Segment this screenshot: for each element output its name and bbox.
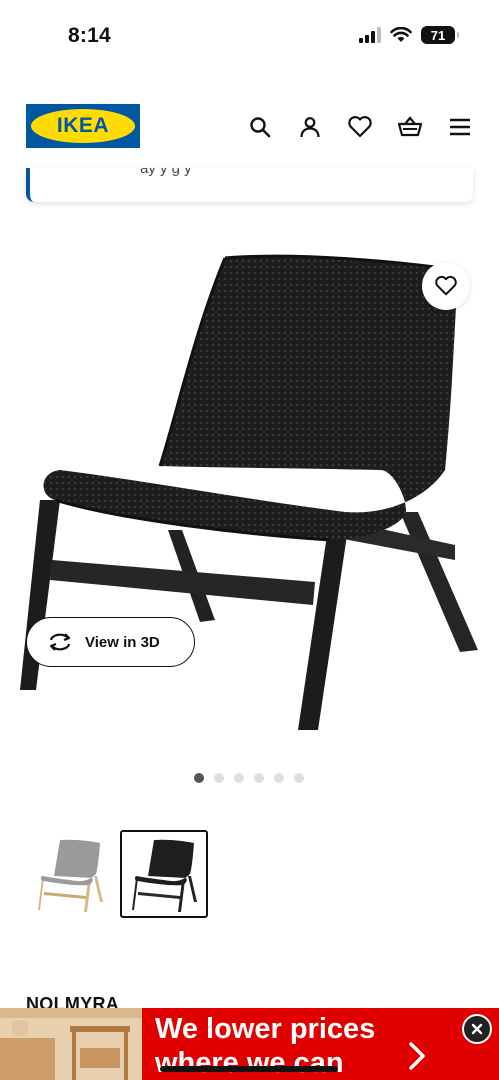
header-icons bbox=[247, 114, 473, 140]
close-ad-button[interactable] bbox=[462, 1014, 492, 1044]
basket-button[interactable] bbox=[397, 114, 423, 140]
carousel-dot[interactable] bbox=[234, 773, 244, 783]
menu-icon bbox=[450, 118, 470, 136]
carousel-dot[interactable] bbox=[294, 773, 304, 783]
cellular-signal-icon bbox=[359, 27, 381, 43]
search-icon bbox=[250, 117, 271, 138]
variant-thumbnail-grey-birch[interactable] bbox=[26, 830, 114, 918]
promo-line-1: We lower prices bbox=[155, 1013, 376, 1045]
logo-oval: IKEA bbox=[31, 109, 135, 143]
wifi-icon bbox=[390, 27, 412, 42]
variant-thumbnail-black[interactable] bbox=[120, 830, 208, 918]
add-to-favourites-button[interactable] bbox=[422, 262, 470, 310]
close-icon bbox=[471, 1023, 483, 1035]
favourites-button[interactable] bbox=[347, 114, 373, 140]
chevron-right-icon bbox=[409, 1042, 425, 1070]
rotate-3d-icon bbox=[49, 633, 71, 651]
menu-button[interactable] bbox=[447, 114, 473, 140]
carousel-dots bbox=[194, 773, 304, 783]
chair-thumbnail-grey bbox=[38, 839, 103, 912]
account-icon bbox=[300, 117, 320, 138]
home-indicator[interactable] bbox=[160, 1066, 338, 1072]
carousel-dot[interactable] bbox=[274, 773, 284, 783]
product-image-chair[interactable] bbox=[0, 235, 499, 755]
heart-outline-icon bbox=[435, 275, 457, 296]
status-bar: 8:14 71 bbox=[0, 0, 499, 70]
site-header: IKEA bbox=[0, 96, 499, 156]
promo-image-kitchen bbox=[0, 1008, 142, 1080]
heart-icon bbox=[348, 116, 372, 138]
basket-icon bbox=[397, 116, 423, 137]
carousel-dot[interactable] bbox=[194, 773, 204, 783]
view-in-3d-button[interactable]: View in 3D bbox=[26, 617, 195, 667]
notice-card: ay y g y bbox=[26, 168, 473, 202]
battery-indicator: 71 bbox=[421, 26, 459, 44]
logo-text: IKEA bbox=[56, 114, 110, 137]
account-button[interactable] bbox=[297, 114, 323, 140]
ikea-logo[interactable]: IKEA bbox=[26, 104, 140, 148]
status-icons: 71 bbox=[359, 26, 459, 44]
notice-text: ay y g y bbox=[140, 168, 192, 177]
carousel-dot[interactable] bbox=[254, 773, 264, 783]
carousel-dot[interactable] bbox=[214, 773, 224, 783]
status-time: 8:14 bbox=[68, 24, 111, 47]
view-in-3d-label: View in 3D bbox=[85, 633, 160, 651]
search-button[interactable] bbox=[247, 114, 273, 140]
promo-line-2: where we can bbox=[155, 1047, 344, 1079]
chair-thumbnail-black bbox=[132, 839, 197, 912]
